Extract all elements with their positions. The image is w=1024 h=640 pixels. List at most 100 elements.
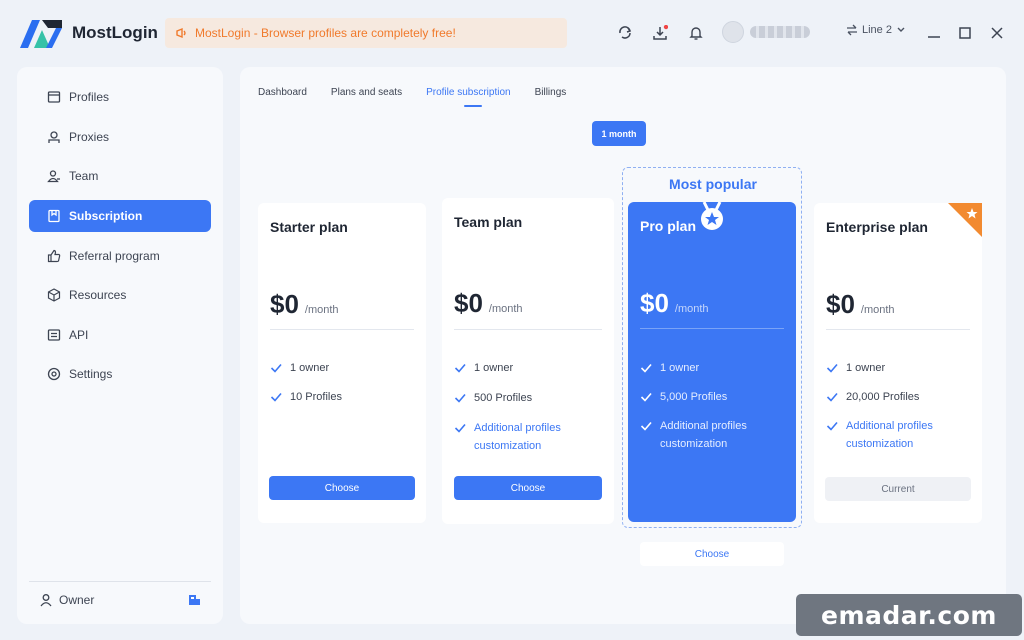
sidebar-item-api[interactable]: API <box>29 319 211 351</box>
medal-star-icon <box>701 202 723 230</box>
sidebar-item-label: Subscription <box>69 209 143 223</box>
sidebar-item-label: Proxies <box>69 130 110 144</box>
checkmark-icon <box>826 392 838 402</box>
feature-item: Additional profiles customization <box>640 417 780 453</box>
subscription-icon <box>48 209 60 223</box>
checkmark-icon <box>640 363 652 373</box>
user-menu[interactable] <box>722 21 810 43</box>
promo-text: MostLogin - Browser profiles are complet… <box>195 26 456 40</box>
sidebar-item-team[interactable]: Team <box>29 160 211 192</box>
card-divider <box>270 329 414 330</box>
sidebar-item-label: Referral program <box>69 249 160 263</box>
tab-billings[interactable]: Billings <box>535 87 567 98</box>
app-name: MostLogin <box>72 23 158 42</box>
mostlogin-logo-icon <box>20 20 62 48</box>
feature-text: 500 Profiles <box>474 392 533 404</box>
choose-button-pro[interactable]: Choose <box>640 542 784 566</box>
card-divider <box>640 328 784 329</box>
megaphone-icon <box>176 27 186 39</box>
plan-price: $0 <box>640 288 669 318</box>
promo-banner[interactable]: MostLogin - Browser profiles are complet… <box>165 18 567 48</box>
cube-icon <box>47 288 61 302</box>
gear-icon <box>47 367 61 381</box>
avatar <box>722 21 744 43</box>
price-row: $0 /month <box>826 289 895 320</box>
sidebar-item-referral-program[interactable]: Referral program <box>29 240 211 272</box>
feature-text: 10 Profiles <box>290 391 342 403</box>
most-popular-label: Most popular <box>669 176 757 192</box>
site-watermark: emadar.com <box>796 594 1022 636</box>
sidebar-item-profiles[interactable]: Profiles <box>29 81 211 113</box>
owner-info[interactable]: Owner <box>39 593 94 607</box>
plan-title: Pro plan <box>640 218 697 234</box>
proxy-icon <box>48 131 60 143</box>
plan-card-team: Team plan $0 /month 1 owner 500 Profiles… <box>442 198 614 524</box>
feature-item: 20,000 Profiles <box>826 388 919 406</box>
feature-item: 1 owner <box>640 359 699 377</box>
feature-item: 5,000 Profiles <box>640 388 727 406</box>
feature-text[interactable]: Additional profiles customization <box>474 419 594 455</box>
chevron-down-icon <box>897 27 905 32</box>
username-redacted <box>750 26 810 38</box>
profile-window-icon <box>47 91 61 103</box>
checkmark-icon <box>826 421 838 431</box>
thumbs-up-icon <box>47 249 61 263</box>
star-corner-badge-icon <box>948 203 982 237</box>
plan-card-pro: Pro plan $0 /month 1 owner 5,000 Profile… <box>628 202 796 566</box>
user-icon <box>40 594 52 607</box>
sidebar-item-settings[interactable]: Settings <box>29 358 211 390</box>
sync-icon[interactable] <box>616 24 634 42</box>
current-plan-button[interactable]: Current <box>825 477 971 501</box>
price-period: /month <box>488 303 523 315</box>
plan-title: Enterprise plan <box>826 219 928 235</box>
period-toggle-1-month[interactable]: 1 month <box>592 121 646 146</box>
plan-price: $0 <box>270 289 299 319</box>
plan-card-starter: Starter plan $0 /month 1 owner 10 Profil… <box>258 203 426 523</box>
feature-item: 10 Profiles <box>270 388 342 406</box>
sidebar-item-label: Team <box>69 169 99 183</box>
bell-icon[interactable] <box>687 24 705 42</box>
download-icon[interactable] <box>651 24 669 42</box>
price-period: /month <box>674 303 709 315</box>
minimize-icon[interactable] <box>925 24 943 42</box>
choose-button-team[interactable]: Choose <box>454 476 602 500</box>
checkmark-icon <box>454 393 466 403</box>
feature-item: 1 owner <box>826 359 885 377</box>
feature-item: 1 owner <box>454 359 513 377</box>
checkmark-icon <box>454 423 466 433</box>
maximize-icon[interactable] <box>956 24 974 42</box>
tab-plans-and-seats[interactable]: Plans and seats <box>331 87 402 98</box>
tab-profile-subscription[interactable]: Profile subscription <box>426 87 511 107</box>
sidebar-item-subscription[interactable]: Subscription <box>29 200 211 232</box>
sidebar-item-proxies[interactable]: Proxies <box>29 121 211 153</box>
plan-card-enterprise: Enterprise plan $0 /month 1 owner 20,000… <box>814 203 982 523</box>
feature-text[interactable]: Additional profiles customization <box>846 417 966 453</box>
building-icon[interactable] <box>187 592 201 606</box>
feature-item: Additional profiles customization <box>826 417 966 453</box>
feature-text: 1 owner <box>290 362 330 374</box>
feature-text[interactable]: Additional profiles customization <box>660 417 780 453</box>
choose-button-starter[interactable]: Choose <box>269 476 415 500</box>
plan-title: Starter plan <box>270 219 348 235</box>
line-selector[interactable]: Line 2 <box>846 24 906 36</box>
close-icon[interactable] <box>988 24 1006 42</box>
sidebar-item-label: API <box>69 328 89 342</box>
tab-bar: Dashboard Plans and seats Profile subscr… <box>258 87 567 107</box>
price-row: $0 /month <box>454 288 523 319</box>
sidebar-item-resources[interactable]: Resources <box>29 279 211 311</box>
plan-price: $0 <box>454 288 483 318</box>
line-label: Line 2 <box>862 24 892 36</box>
card-divider <box>454 329 602 330</box>
title-bar: MostLogin MostLogin - Browser profiles a… <box>0 0 1024 66</box>
price-row: $0 /month <box>270 289 339 320</box>
checkmark-icon <box>270 392 282 402</box>
price-row: $0 /month <box>640 288 709 319</box>
switch-icon <box>847 24 857 36</box>
feature-text: 5,000 Profiles <box>660 391 728 403</box>
feature-text: 1 owner <box>660 362 700 374</box>
tab-dashboard[interactable]: Dashboard <box>258 87 307 98</box>
feature-item: 1 owner <box>270 359 329 377</box>
sidebar-item-label: Resources <box>69 288 127 302</box>
checkmark-icon <box>640 421 652 431</box>
sidebar-item-label: Profiles <box>69 90 110 104</box>
